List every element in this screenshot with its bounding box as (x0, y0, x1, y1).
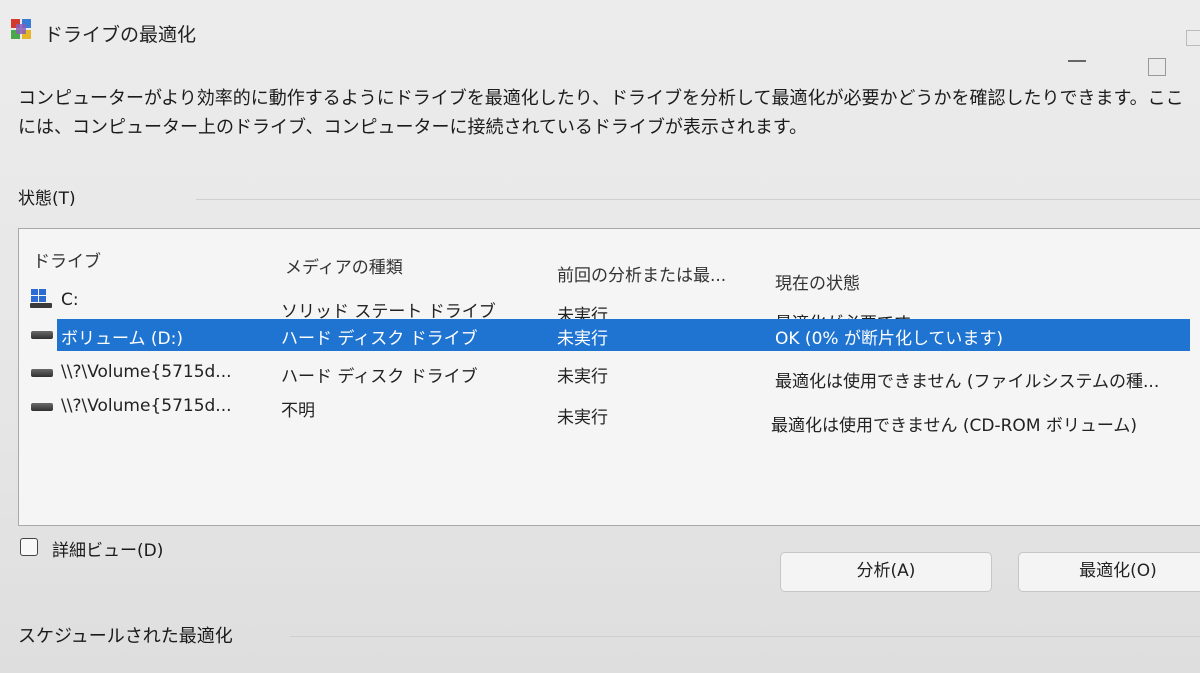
optimize-drives-window: ドライブの最適化 コンピューターがより効率的に動作するようにドライブを最適化した… (0, 0, 1200, 673)
drive-list[interactable]: ドライブ メディアの種類 前回の分析または最... 現在の状態 C: ソリッド … (18, 228, 1200, 526)
minimize-button[interactable] (1066, 50, 1088, 70)
drive-row[interactable]: C: ソリッド ステート ドライブ 未実行 最適化が必要です (19, 285, 1200, 334)
drive-row[interactable]: \\?\Volume{5715d... ハード ディスク ドライブ 未実行 最適… (19, 357, 1200, 392)
title-bar: ドライブの最適化 (0, 0, 1200, 76)
drive-name: \\?\Volume{5715d... (61, 396, 232, 416)
hard-drive-icon (31, 369, 53, 377)
status-divider (196, 199, 1200, 200)
current-status: OK (0% が断片化しています) (775, 329, 1004, 349)
description-text: コンピューターがより効率的に動作するようにドライブを最適化したり、ドライブを分析… (18, 88, 1184, 138)
analyze-button[interactable]: 分析(A) (780, 552, 992, 592)
last-analyzed: 未実行 (557, 329, 608, 349)
column-header-media-type[interactable]: メディアの種類 (285, 253, 403, 278)
drive-row-selected[interactable]: ボリューム (D:) ハード ディスク ドライブ 未実行 OK (0% が断片化… (19, 319, 1200, 351)
defrag-app-icon (11, 19, 31, 39)
column-header-last-analyzed[interactable]: 前回の分析または最... (557, 261, 726, 286)
drive-name: ボリューム (D:) (61, 329, 183, 349)
drive-name: C: (61, 290, 79, 310)
media-type: ハード ディスク ドライブ (281, 367, 478, 387)
window-title: ドライブの最適化 (44, 24, 197, 46)
optimize-button[interactable]: 最適化(O) (1018, 552, 1200, 592)
selection-highlight (57, 319, 1190, 351)
os-drive-icon (30, 289, 52, 308)
current-status: 最適化は使用できません (CD-ROM ボリューム) (771, 416, 1138, 436)
schedule-divider (290, 636, 1200, 637)
column-header-drive[interactable]: ドライブ (33, 247, 101, 272)
hard-drive-icon (31, 331, 53, 339)
last-analyzed: 未実行 (557, 408, 608, 428)
media-type: 不明 (281, 401, 315, 421)
detail-view-label[interactable]: 詳細ビュー(D) (52, 536, 163, 561)
window-edge-control (1186, 30, 1200, 46)
scheduled-optimization-label: スケジュールされた最適化 (18, 626, 233, 647)
drive-row[interactable]: \\?\Volume{5715d... 不明 未実行 最適化は使用できません (… (19, 391, 1200, 436)
media-type: ハード ディスク ドライブ (281, 329, 478, 349)
hard-drive-icon (31, 403, 53, 411)
maximize-button[interactable] (1148, 58, 1166, 76)
drive-name: \\?\Volume{5715d... (61, 362, 232, 382)
last-analyzed: 未実行 (557, 367, 608, 387)
status-label: 状態(T) (18, 189, 76, 209)
detail-view-checkbox[interactable] (20, 538, 38, 556)
current-status: 最適化は使用できません (ファイルシステムの種... (775, 372, 1160, 392)
